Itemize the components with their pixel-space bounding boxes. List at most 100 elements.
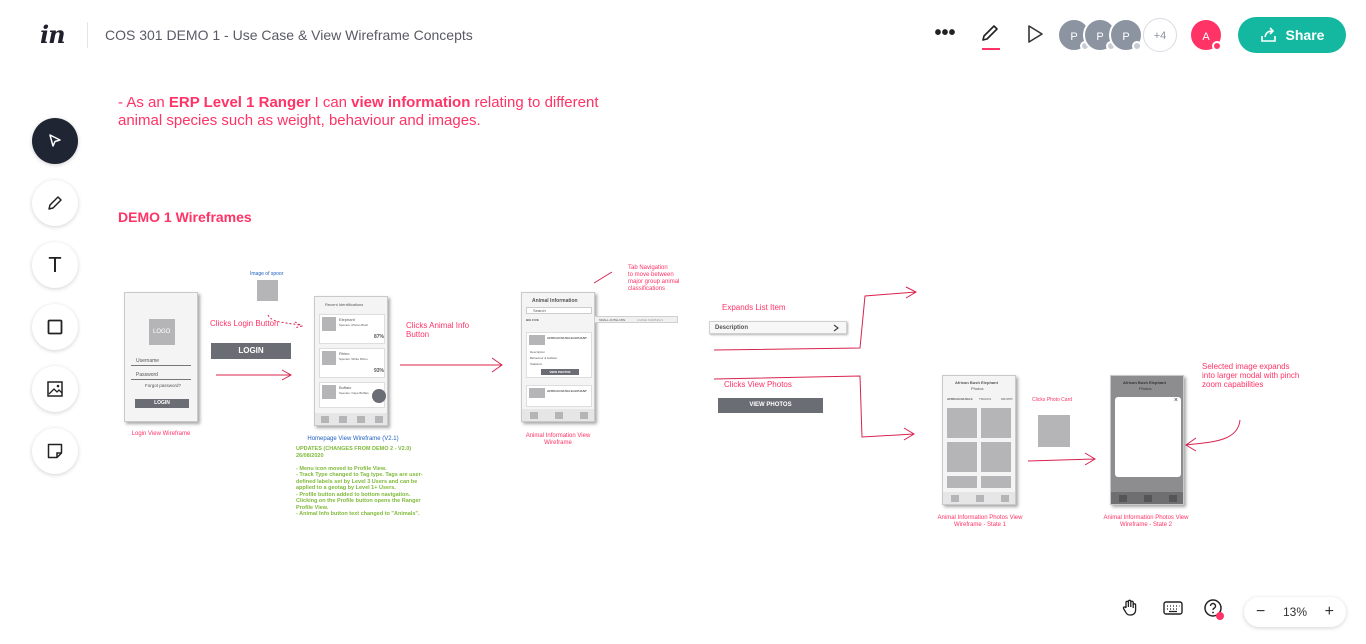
login-button-small[interactable]: LOGIN: [135, 399, 189, 408]
bottom-nav: [522, 409, 594, 421]
nav-icon[interactable]: [580, 412, 588, 419]
description-list-item[interactable]: Description: [709, 321, 847, 334]
animal-card[interactable]: AFRICAN BUSH ELEPHANT: [526, 385, 592, 407]
photo-card[interactable]: [947, 476, 977, 488]
photo-card[interactable]: [981, 408, 1011, 438]
title-divider: [87, 22, 88, 48]
photos-state2-caption: Animal Information Photos View Wireframe…: [1103, 515, 1189, 528]
collaborator-avatar[interactable]: P: [1109, 18, 1143, 52]
clicks-animal-info-note: Clicks Animal Info Button: [406, 321, 470, 339]
info-row[interactable]: Description: [530, 350, 545, 354]
selected-image-note: Selected image expands into larger modal…: [1202, 362, 1300, 389]
thumbnail: [322, 385, 336, 399]
tab-large-mammals[interactable]: LARGE MAMMALS: [637, 318, 663, 322]
tab-overflow-strip[interactable]: SMALL ANTELOPE LARGE MAMMALS: [594, 316, 678, 323]
nav-icon[interactable]: [1001, 495, 1009, 502]
updates-notes[interactable]: UPDATES (CHANGES FROM DEMO 2 - V2.0) 26/…: [296, 446, 428, 518]
thumbnail: [322, 351, 336, 365]
expands-list-note: Expands List Item: [722, 303, 786, 312]
photo-card[interactable]: [981, 442, 1011, 472]
thumbnail: [529, 388, 545, 398]
row-meta: Species: White Rhino: [339, 357, 368, 361]
tab-droppings[interactable]: DROPPI: [1001, 397, 1013, 401]
nav-icon[interactable]: [1119, 495, 1127, 502]
row-title: Elephant: [339, 317, 355, 322]
nav-icon[interactable]: [321, 416, 329, 423]
username-field[interactable]: Username: [136, 358, 159, 364]
thumbnail: [529, 335, 545, 345]
camera-fab-icon[interactable]: [372, 389, 386, 403]
photos-title: African Bush Elephant: [955, 380, 998, 385]
nav-icon[interactable]: [976, 495, 984, 502]
nav-icon[interactable]: [555, 412, 563, 419]
homepage-wireframe[interactable]: Recent Identifications Elephant Species:…: [314, 296, 388, 426]
password-field[interactable]: Password: [136, 372, 158, 378]
list-item[interactable]: Rhino Species: White Rhino 93%: [319, 348, 385, 378]
description-label: Description: [715, 325, 749, 331]
keyboard-shortcuts-button[interactable]: [1162, 598, 1184, 623]
divider: [131, 379, 191, 380]
nav-icon[interactable]: [1169, 495, 1177, 502]
more-collaborators-badge[interactable]: +4: [1143, 18, 1177, 52]
card-title: AFRICAN BUSH ELEPHANT: [547, 389, 587, 393]
share-button[interactable]: Share: [1238, 17, 1346, 53]
animal-card[interactable]: AFRICAN BUSH ELEPHANT Description Behavi…: [526, 332, 592, 378]
demo-title[interactable]: DEMO 1 Wireframes: [118, 209, 252, 225]
photo-card-sample[interactable]: [1038, 415, 1070, 447]
tab-elephant[interactable]: AFRICAN BUSH E: [947, 397, 973, 401]
photo-card[interactable]: [947, 408, 977, 438]
tab-tracks[interactable]: TRACKS: [979, 397, 991, 401]
logo-text: LOGO: [153, 329, 171, 335]
list-item[interactable]: Elephant Species: African Bush 87%: [319, 314, 385, 344]
close-icon[interactable]: ×: [1174, 397, 1178, 404]
edit-pen-icon[interactable]: [979, 22, 1005, 52]
board-canvas[interactable]: - As an ERP Level 1 Ranger I can view in…: [0, 70, 1366, 644]
photo-modal[interactable]: ×: [1115, 397, 1181, 477]
photos-subtitle: Photos: [971, 386, 984, 391]
nav-icon[interactable]: [1144, 495, 1152, 502]
animal-info-header: Animal Information: [532, 298, 578, 304]
preview-play-icon[interactable]: [1023, 22, 1049, 48]
photos-title: African Bush Elephant: [1123, 380, 1166, 385]
forgot-password-link[interactable]: Forgot password?: [145, 383, 181, 388]
invision-logo[interactable]: in: [40, 20, 66, 49]
view-photos-button[interactable]: VIEW PHOTOS: [718, 398, 823, 413]
photo-card[interactable]: [981, 476, 1011, 488]
more-options-icon[interactable]: •••: [932, 22, 958, 48]
zoom-level[interactable]: 13%: [1283, 605, 1307, 619]
photos-state1-wireframe[interactable]: African Bush Elephant Photos AFRICAN BUS…: [942, 375, 1016, 505]
search-field[interactable]: Search: [526, 307, 592, 314]
current-user-avatar[interactable]: A: [1189, 18, 1223, 52]
photo-card[interactable]: [947, 442, 977, 472]
zoom-in-button[interactable]: +: [1325, 603, 1334, 621]
bottom-nav: [315, 413, 387, 425]
row-percent: 87%: [374, 334, 385, 340]
nav-icon[interactable]: [357, 416, 365, 423]
help-button[interactable]: [1203, 598, 1227, 627]
hand-tool[interactable]: [1120, 598, 1140, 623]
document-title[interactable]: COS 301 DEMO 1 - Use Case & View Wirefra…: [105, 27, 473, 43]
animal-info-wireframe[interactable]: Animal Information Search BIG FIVE AFRIC…: [521, 292, 595, 422]
nav-icon[interactable]: [951, 495, 959, 502]
zoom-out-button[interactable]: −: [1256, 603, 1265, 621]
login-wireframe[interactable]: LOGO Username Password Forgot password? …: [124, 292, 198, 422]
clicks-login-note: Clicks Login Button: [210, 319, 279, 328]
photos-state2-wireframe[interactable]: African Bush Elephant Photos ×: [1110, 375, 1184, 505]
info-row[interactable]: Statistics: [530, 362, 542, 366]
user-story-text[interactable]: - As an ERP Level 1 Ranger I can view in…: [118, 94, 638, 130]
nav-icon[interactable]: [375, 416, 383, 423]
thumbnail: [322, 317, 336, 331]
clicks-photo-card-note: Clicks Photo Card: [1032, 397, 1073, 403]
nav-icon[interactable]: [339, 416, 347, 423]
nav-icon[interactable]: [530, 412, 538, 419]
spoor-image[interactable]: [257, 280, 278, 301]
info-row[interactable]: Behaviour & Habitat: [530, 356, 557, 360]
tab-big-five[interactable]: BIG FIVE: [526, 318, 539, 322]
share-icon: [1260, 27, 1276, 42]
tab-small-antelope[interactable]: SMALL ANTELOPE: [599, 318, 625, 322]
view-photos-button-small[interactable]: VIEW PHOTOS: [541, 369, 579, 375]
zoom-control: − 13% +: [1244, 597, 1346, 627]
list-item[interactable]: Buffalo Species: Cape Buffalo: [319, 382, 386, 408]
row-percent: 93%: [374, 368, 385, 374]
login-button[interactable]: LOGIN: [211, 343, 291, 359]
